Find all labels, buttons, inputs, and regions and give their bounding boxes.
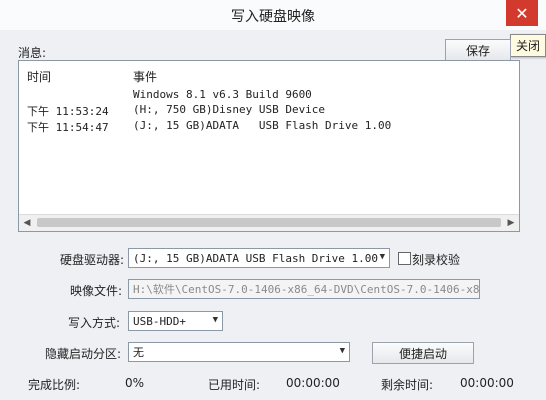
chevron-down-icon: ▼ bbox=[212, 315, 218, 325]
log-time: 下午 11:53:24 bbox=[27, 105, 109, 118]
save-button[interactable]: 保存 bbox=[445, 39, 511, 61]
hidden-partition-label: 隐藏启动分区: bbox=[45, 347, 122, 361]
image-file-value: H:\软件\CentOS-7.0-1406-x86_64-DVD\CentOS-… bbox=[133, 283, 480, 296]
log-event: (H:, 750 GB)Disney USB Device bbox=[133, 103, 326, 116]
drive-label: 硬盘驱动器: bbox=[60, 253, 125, 267]
elapsed-value: 00:00:00 bbox=[286, 376, 340, 390]
scroll-right-icon[interactable]: ▶ bbox=[505, 217, 517, 229]
title-bar: 写入硬盘映像 ✕ bbox=[0, 0, 546, 30]
messages-label: 消息: bbox=[18, 46, 47, 60]
ratio-value: 0% bbox=[125, 376, 145, 390]
close-icon: ✕ bbox=[515, 3, 529, 23]
scroll-thumb[interactable] bbox=[37, 218, 501, 227]
hidden-partition-value: 无 bbox=[133, 346, 144, 359]
chevron-down-icon: ▼ bbox=[379, 252, 385, 262]
image-file-label: 映像文件: bbox=[70, 284, 123, 298]
window-title: 写入硬盘映像 bbox=[231, 9, 315, 25]
log-event: (J:, 15 GB)ADATA USB Flash Drive 1.00 bbox=[133, 119, 392, 132]
close-button[interactable]: ✕ bbox=[506, 0, 538, 26]
write-mode-select[interactable]: USB-HDD+ ▼ bbox=[128, 311, 223, 331]
remaining-label: 剩余时间: bbox=[381, 378, 434, 392]
verify-checkbox[interactable] bbox=[398, 252, 411, 265]
hidden-partition-select[interactable]: 无 ▼ bbox=[128, 342, 350, 362]
log-event: Windows 8.1 v6.3 Build 9600 bbox=[133, 88, 312, 101]
column-header-time: 时间 bbox=[27, 70, 52, 84]
column-header-event: 事件 bbox=[133, 70, 158, 84]
message-log[interactable]: 时间 事件 Windows 8.1 v6.3 Build 9600 下午 11:… bbox=[18, 60, 520, 232]
ratio-label: 完成比例: bbox=[28, 378, 81, 392]
write-mode-label: 写入方式: bbox=[68, 316, 121, 330]
elapsed-label: 已用时间: bbox=[208, 378, 261, 392]
write-mode-value: USB-HDD+ bbox=[133, 314, 186, 328]
drive-select[interactable]: (J:, 15 GB)ADATA USB Flash Drive 1.00 ▼ bbox=[128, 248, 390, 268]
chevron-down-icon: ▼ bbox=[339, 346, 345, 356]
portable-boot-button[interactable]: 便捷启动 bbox=[372, 342, 474, 364]
horizontal-scrollbar[interactable]: ◀ ▶ bbox=[19, 214, 519, 231]
verify-label: 刻录校验 bbox=[412, 253, 461, 267]
close-tooltip: 关闭 bbox=[509, 34, 546, 57]
scroll-left-icon[interactable]: ◀ bbox=[21, 217, 33, 229]
drive-value: (J:, 15 GB)ADATA USB Flash Drive 1.00 bbox=[133, 251, 379, 265]
remaining-value: 00:00:00 bbox=[460, 376, 514, 390]
write-disk-image-dialog: 写入硬盘映像 ✕ 关闭 消息: 保存 时间 事件 Windows 8.1 v6.… bbox=[0, 0, 546, 400]
log-time: 下午 11:54:47 bbox=[27, 121, 109, 134]
image-file-field: H:\软件\CentOS-7.0-1406-x86_64-DVD\CentOS-… bbox=[128, 279, 480, 299]
